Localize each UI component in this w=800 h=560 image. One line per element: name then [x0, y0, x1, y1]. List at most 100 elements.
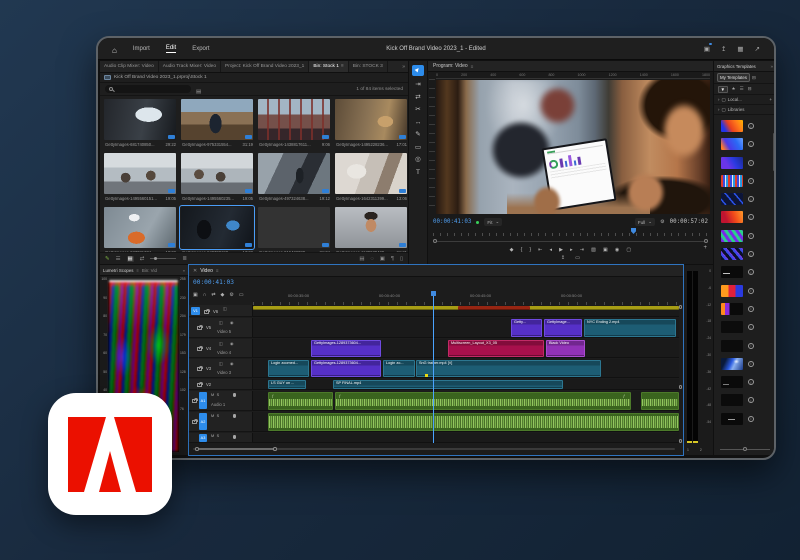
- media-thumbnail[interactable]: [181, 153, 253, 194]
- media-thumbnail[interactable]: [335, 153, 407, 194]
- track-header-v6[interactable]: V1 V6: [189, 305, 253, 317]
- workspace-icon[interactable]: [704, 45, 710, 53]
- tree-libraries[interactable]: Libraries: [714, 105, 776, 115]
- compare-icon[interactable]: [591, 247, 596, 253]
- template-item[interactable]: i: [721, 376, 776, 388]
- template-item[interactable]: i: [721, 175, 776, 187]
- media-item[interactable]: GettyImages-687081374... 10:02: [102, 205, 179, 257]
- selection-tool-icon[interactable]: [412, 65, 424, 76]
- scroll-knob[interactable]: [273, 447, 277, 451]
- media-name[interactable]: GettyImages-1438817611...: [259, 142, 311, 147]
- eye-icon[interactable]: [230, 341, 236, 346]
- folder-icon[interactable]: [196, 80, 201, 98]
- sequence-tab[interactable]: Video: [200, 268, 213, 274]
- pen-tool-icon[interactable]: [415, 132, 420, 139]
- info-icon[interactable]: i: [748, 361, 754, 367]
- timeline-ruler[interactable]: 00:00:35:0000:00:40:0000:00:45:0000:00:5…: [253, 291, 679, 305]
- media-name[interactable]: GettyImages-681740850...: [105, 142, 155, 147]
- step-fwd-icon[interactable]: [570, 247, 573, 253]
- lines-icon[interactable]: [740, 86, 744, 92]
- info-icon[interactable]: i: [748, 288, 754, 294]
- media-thumbnail[interactable]: [104, 153, 176, 194]
- media-item[interactable]: GettyImages-1495560151... 19:05: [102, 151, 179, 203]
- info-icon[interactable]: i: [748, 397, 754, 403]
- graphics-scrollbar[interactable]: [773, 133, 775, 171]
- source-patch-a3[interactable]: A3: [199, 434, 207, 442]
- bin-vid-tab[interactable]: Bin: Vid: [142, 268, 157, 273]
- program-tab[interactable]: Program: Video: [433, 63, 468, 69]
- timeline-clip[interactable]: SP FINAL.mp4: [333, 380, 563, 389]
- program-scrollbar[interactable]: [433, 239, 708, 243]
- template-item[interactable]: i: [721, 413, 776, 425]
- lane-v3[interactable]: Login zoomed... GettyImages-1289373604..…: [253, 359, 679, 378]
- wrench-icon[interactable]: [229, 292, 233, 298]
- eye-icon[interactable]: [230, 320, 236, 325]
- menu-import[interactable]: Import: [133, 46, 150, 52]
- media-thumbnail[interactable]: [181, 99, 253, 140]
- grid-view-icon[interactable]: [127, 256, 134, 262]
- info-icon[interactable]: i: [748, 324, 754, 330]
- track-header-a2[interactable]: A2 MS: [189, 412, 253, 432]
- template-item[interactable]: i: [721, 394, 776, 406]
- audio-clip[interactable]: [335, 392, 631, 410]
- template-swatch[interactable]: [721, 175, 743, 187]
- camera-icon[interactable]: [615, 247, 620, 253]
- clip-red[interactable]: [458, 306, 530, 310]
- fullscreen-icon[interactable]: [755, 45, 760, 53]
- template-swatch[interactable]: [721, 120, 743, 132]
- lane-v2[interactable]: LS GUY on ... SP FINAL.mp4: [253, 379, 679, 390]
- template-item[interactable]: i: [721, 230, 776, 242]
- info-icon[interactable]: i: [748, 269, 754, 275]
- breadcrumb-text[interactable]: Kick Off Brand Video 2023_1.prproj\Stock…: [114, 75, 207, 80]
- info-icon[interactable]: i: [748, 343, 754, 349]
- media-item[interactable]: GettyImages-1438817611... 9:06: [256, 97, 333, 149]
- track-header-a3[interactable]: A3 MS: [189, 433, 253, 443]
- lock-icon[interactable]: [197, 383, 202, 387]
- lock-icon[interactable]: [197, 347, 202, 351]
- tree-local[interactable]: Local...: [714, 95, 776, 105]
- audio-clip-music[interactable]: [268, 413, 679, 431]
- media-item[interactable]: GettyImages-497324638... 19:12: [256, 151, 333, 203]
- nest-icon[interactable]: [193, 292, 198, 298]
- tree-chevron-icon[interactable]: [718, 107, 719, 112]
- media-item[interactable]: GettyImages-916422030... 31:04: [256, 205, 333, 257]
- multiview-icon[interactable]: [603, 247, 608, 253]
- eye-icon[interactable]: [230, 361, 236, 366]
- info-icon[interactable]: i: [748, 141, 754, 147]
- media-item[interactable]: GettyImages-975331554... 31:19: [179, 97, 256, 149]
- template-item[interactable]: i: [721, 120, 776, 132]
- template-swatch[interactable]: [721, 248, 743, 260]
- tab-bin-stock3[interactable]: Bin: STOCK 3: [349, 61, 388, 72]
- search-input[interactable]: [105, 85, 191, 93]
- track-select-tool-icon[interactable]: [415, 82, 420, 89]
- add-marker-icon[interactable]: [221, 292, 225, 298]
- mark-out-icon[interactable]: [529, 247, 531, 253]
- template-item[interactable]: i: [721, 266, 776, 278]
- lock-icon[interactable]: [197, 326, 202, 330]
- media-item[interactable]: GettyImages-1642311399... 13:06: [333, 151, 408, 203]
- pencil-icon[interactable]: [105, 256, 110, 262]
- media-item[interactable]: GettyImages-681740850... 29:22: [102, 97, 179, 149]
- timeline-timecode[interactable]: 00:00:41:03: [193, 279, 234, 286]
- info-icon[interactable]: i: [748, 214, 754, 220]
- media-name[interactable]: GettyImages-1642311399...: [336, 196, 388, 201]
- template-swatch[interactable]: [721, 340, 743, 352]
- template-item[interactable]: i: [721, 340, 776, 352]
- home-icon[interactable]: [112, 40, 117, 58]
- type-tool-icon[interactable]: [416, 170, 420, 177]
- track-header-v4[interactable]: V4 Video 4: [189, 339, 253, 358]
- template-swatch[interactable]: [721, 358, 743, 370]
- v-scroll-knob[interactable]: [679, 385, 683, 389]
- share-icon[interactable]: [721, 45, 726, 53]
- bin-icon[interactable]: [359, 256, 364, 262]
- grid-sm-icon[interactable]: [752, 75, 756, 81]
- template-item[interactable]: i: [721, 157, 776, 169]
- funnel-icon[interactable]: [718, 86, 728, 93]
- audio-clip[interactable]: [641, 392, 679, 410]
- timeline-clip[interactable]: GettyImage...: [544, 319, 582, 337]
- tree-chevron-icon[interactable]: [718, 97, 719, 102]
- template-swatch[interactable]: [721, 303, 743, 315]
- new-item-icon[interactable]: [391, 256, 394, 262]
- tab-project[interactable]: Project: Kick Off Brand Video 2023_1: [221, 61, 309, 72]
- template-swatch[interactable]: [721, 157, 743, 169]
